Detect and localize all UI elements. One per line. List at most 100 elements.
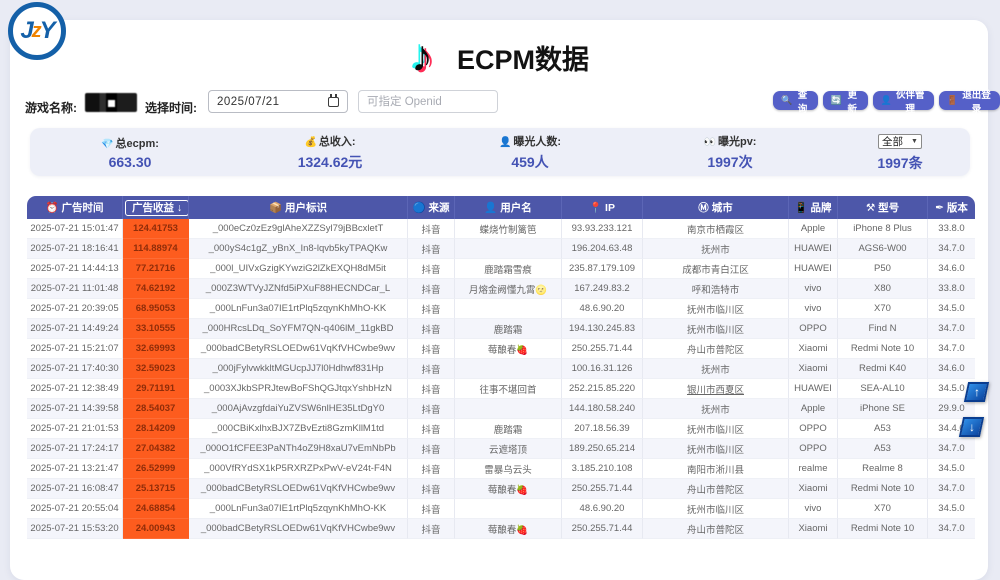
cell-time: 2025-07-21 21:01:53 — [27, 419, 123, 439]
scroll-top-button[interactable]: ↑ — [964, 382, 989, 402]
cell-ip: 189.250.65.214 — [562, 439, 643, 459]
cell-brand: Xiaomi — [789, 339, 838, 359]
cell-openid: _000HRcsLDq_SoYFM7QN-q406lM_11gkBD — [189, 319, 408, 339]
cell-model: Redmi Note 10 — [838, 339, 928, 359]
cell-city: 舟山市普陀区 — [643, 519, 789, 539]
cell-version: 34.7.0 — [928, 479, 975, 499]
cell-brand: HUAWEI — [789, 259, 838, 279]
cell-openid: _000LnFun3a07IE1rtPlq5zqynKhMhO-KK — [189, 499, 408, 519]
filter-select[interactable]: 全部 ▼ — [878, 134, 922, 149]
cell-brand: Xiaomi — [789, 359, 838, 379]
col-header-source: 🔵 来源 — [408, 196, 455, 219]
col-header-ip: 📍 IP — [562, 196, 643, 219]
stat-exposed-users: 👤曝光人数: 459人 — [430, 133, 630, 172]
cell-revenue: 29.71191 — [123, 379, 189, 399]
door-icon: 🚪 — [947, 95, 958, 106]
stat-value: 1324.62元 — [230, 152, 430, 172]
cell-version: 34.5.0 — [928, 459, 975, 479]
sort-revenue-button[interactable]: 广告收益 ↓ — [125, 200, 189, 216]
cell-username: 莓酿春🍓 — [455, 479, 562, 499]
cell-revenue: 24.68854 — [123, 499, 189, 519]
table-row: 2025-07-21 13:21:4726.52999_000VfRYdSX1k… — [27, 459, 975, 479]
cell-version: 34.7.0 — [928, 439, 975, 459]
calendar-icon[interactable] — [328, 97, 339, 107]
cell-openid: _000eCz0zEz9glAheXZZSyl79jBBcxletT — [189, 219, 408, 239]
cell-time: 2025-07-21 15:01:47 — [27, 219, 123, 239]
cell-source: 抖音 — [408, 359, 455, 379]
table-row: 2025-07-21 21:01:5328.14209_000CBiKxlhxB… — [27, 419, 975, 439]
cell-model: A53 — [838, 439, 928, 459]
jzy-logo: JzY — [8, 2, 66, 60]
query-button[interactable]: 🔍 查询 — [773, 91, 818, 110]
cell-model: AGS6-W00 — [838, 239, 928, 259]
col-header-brand: 📱 品牌 — [789, 196, 838, 219]
cell-brand: HUAWEI — [789, 239, 838, 259]
cell-username: 往事不堪回首 — [455, 379, 562, 399]
refresh-button[interactable]: 🔄 更新 — [823, 91, 868, 110]
cell-time: 2025-07-21 11:01:48 — [27, 279, 123, 299]
cell-city: 抚州市临川区 — [643, 299, 789, 319]
col-header-username: 👤 用户名 — [455, 196, 562, 219]
cell-username: 莓酿春🍓 — [455, 339, 562, 359]
cell-revenue: 28.14209 — [123, 419, 189, 439]
col-header-revenue: 广告收益 ↓ — [123, 196, 189, 219]
cell-version: 34.5.0 — [928, 299, 975, 319]
cell-ip: 93.93.233.121 — [562, 219, 643, 239]
cell-openid: _000jFylvwkkltMGUcpJJ7l0Hdhwf831Hp — [189, 359, 408, 379]
cell-ip: 48.6.90.20 — [562, 299, 643, 319]
cell-ip: 144.180.58.240 — [562, 399, 643, 419]
stat-exposure-pv: 👀曝光pv: 1997次 — [630, 133, 830, 172]
cell-openid: _000CBiKxlhxBJX7ZBvEzti8GzmKllM1td — [189, 419, 408, 439]
cell-city: 抚州市临川区 — [643, 419, 789, 439]
cell-username: 鹿踏霜 — [455, 419, 562, 439]
down-arrow-icon: ↓ — [969, 421, 975, 433]
cell-city: 抚州市临川区 — [643, 319, 789, 339]
cell-ip: 3.185.210.108 — [562, 459, 643, 479]
scroll-bottom-button[interactable]: ↓ — [959, 417, 984, 437]
cell-brand: vivo — [789, 279, 838, 299]
table-row: 2025-07-21 14:44:1377.21716_000l_UIVxGzi… — [27, 259, 975, 279]
table-row: 2025-07-21 20:55:0424.68854_000LnFun3a07… — [27, 499, 975, 519]
gem-icon: 💎 — [101, 139, 113, 150]
cell-time: 2025-07-21 20:55:04 — [27, 499, 123, 519]
cell-ip: 100.16.31.126 — [562, 359, 643, 379]
cell-time: 2025-07-21 17:40:30 — [27, 359, 123, 379]
refresh-icon: 🔄 — [831, 95, 842, 106]
cell-source: 抖音 — [408, 219, 455, 239]
cell-ip: 252.215.85.220 — [562, 379, 643, 399]
cell-revenue: 32.69993 — [123, 339, 189, 359]
col-header-time: ⏰ 广告时间 — [27, 196, 123, 219]
cell-ip: 250.255.71.44 — [562, 519, 643, 539]
cell-version: 34.6.0 — [928, 359, 975, 379]
cell-source: 抖音 — [408, 259, 455, 279]
cell-time: 2025-07-21 15:53:20 — [27, 519, 123, 539]
cell-source: 抖音 — [408, 419, 455, 439]
cell-city: 抚州市 — [643, 239, 789, 259]
cell-revenue: 33.10555 — [123, 319, 189, 339]
date-picker-input[interactable]: 2025/07/21 — [208, 90, 348, 113]
table-row: 2025-07-21 11:01:4874.62192_000Z3WTVyJZN… — [27, 279, 975, 299]
openid-input[interactable] — [358, 90, 498, 113]
cell-revenue: 26.52999 — [123, 459, 189, 479]
person-icon: 👤 — [881, 95, 892, 106]
stat-total-revenue: 💰总收入: 1324.62元 — [230, 133, 430, 172]
logout-button[interactable]: 🚪 退出登录 — [939, 91, 1000, 110]
cell-time: 2025-07-21 15:21:07 — [27, 339, 123, 359]
total-count: 1997条 — [830, 153, 970, 173]
cell-revenue: 24.00943 — [123, 519, 189, 539]
partner-manage-button[interactable]: 👤 伙伴管理 — [873, 91, 934, 110]
person-icon: 👤 — [499, 137, 511, 148]
cell-version: 34.7.0 — [928, 319, 975, 339]
cell-model: Redmi K40 — [838, 359, 928, 379]
cell-ip: 194.130.245.83 — [562, 319, 643, 339]
stats-bar: 💎总ecpm: 663.30 💰总收入: 1324.62元 👤曝光人数: 459… — [30, 128, 970, 176]
cell-version: 34.5.0 — [928, 499, 975, 519]
cell-model: X70 — [838, 499, 928, 519]
cell-revenue: 114.88974 — [123, 239, 189, 259]
cell-model: Redmi Note 10 — [838, 519, 928, 539]
cell-openid: _000LnFun3a07IE1rtPlq5zqynKhMhO-KK — [189, 299, 408, 319]
cell-ip: 196.204.63.48 — [562, 239, 643, 259]
cell-revenue: 74.62192 — [123, 279, 189, 299]
cell-revenue: 27.04382 — [123, 439, 189, 459]
cell-city: 舟山市普陀区 — [643, 479, 789, 499]
